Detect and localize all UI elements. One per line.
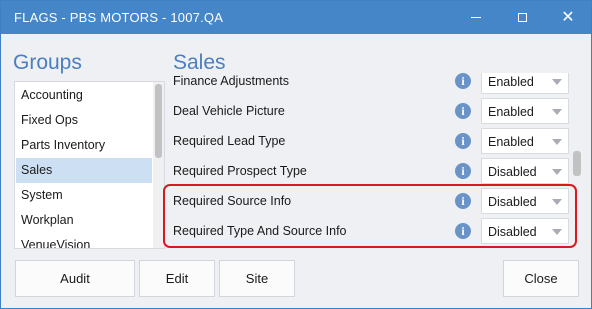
close-button[interactable]: Close — [503, 260, 579, 297]
flag-select[interactable]: Disabled — [481, 158, 569, 184]
group-item-parts-inventory[interactable]: Parts Inventory — [16, 133, 152, 158]
flag-select-value: Enabled — [488, 135, 534, 149]
group-item-system[interactable]: System — [16, 183, 152, 208]
window-title: FLAGS - PBS MOTORS - 1007.QA — [14, 10, 224, 25]
groups-header: Groups — [13, 51, 82, 74]
flag-label: Finance Adjustments — [173, 74, 290, 88]
group-item-accounting[interactable]: Accounting — [16, 83, 152, 108]
group-item-fixed-ops[interactable]: Fixed Ops — [16, 108, 152, 133]
info-icon[interactable]: i — [455, 163, 471, 179]
flag-label: Required Prospect Type — [173, 164, 307, 178]
chevron-down-icon — [552, 109, 562, 115]
flag-label: Required Lead Type — [173, 134, 286, 148]
minimize-button[interactable] — [453, 1, 499, 34]
flag-row: Finance Adjustments i Enabled — [165, 73, 573, 96]
close-icon: ✕ — [561, 8, 575, 26]
flags-window: FLAGS - PBS MOTORS - 1007.QA ✕ Groups Sa… — [0, 0, 592, 309]
flag-select[interactable]: Enabled — [481, 98, 569, 124]
maximize-button[interactable] — [499, 1, 545, 34]
flag-select-value: Enabled — [488, 105, 534, 119]
groups-list[interactable]: Accounting Fixed Ops Parts Inventory Sal… — [14, 81, 165, 249]
sales-scroll-thumb[interactable] — [573, 151, 581, 176]
highlight-box — [163, 184, 577, 248]
flag-row: Required Prospect Type i Disabled — [165, 156, 573, 186]
chevron-down-icon — [552, 169, 562, 175]
chevron-down-icon — [552, 79, 562, 85]
flag-select[interactable]: Enabled — [481, 73, 569, 94]
title-bar[interactable]: FLAGS - PBS MOTORS - 1007.QA ✕ — [1, 1, 591, 34]
flag-select[interactable]: Enabled — [481, 128, 569, 154]
audit-button[interactable]: Audit — [15, 260, 135, 297]
flag-label: Deal Vehicle Picture — [173, 104, 285, 118]
flag-select-value: Enabled — [488, 75, 534, 89]
maximize-icon — [517, 13, 527, 22]
sales-header: Sales — [173, 51, 226, 74]
group-item-workplan[interactable]: Workplan — [16, 208, 152, 233]
edit-button[interactable]: Edit — [139, 260, 215, 297]
minimize-icon — [471, 17, 481, 18]
flag-select-value: Disabled — [488, 165, 537, 179]
info-icon[interactable]: i — [455, 133, 471, 149]
flag-row: Deal Vehicle Picture i Enabled — [165, 96, 573, 126]
info-icon[interactable]: i — [455, 73, 471, 89]
group-item-venuevision[interactable]: VenueVision — [16, 233, 152, 248]
chevron-down-icon — [552, 139, 562, 145]
site-button[interactable]: Site — [219, 260, 295, 297]
groups-scroll-thumb[interactable] — [155, 84, 162, 158]
close-window-button[interactable]: ✕ — [545, 1, 591, 34]
flag-row: Required Lead Type i Enabled — [165, 126, 573, 156]
group-item-sales[interactable]: Sales — [16, 158, 152, 183]
info-icon[interactable]: i — [455, 103, 471, 119]
